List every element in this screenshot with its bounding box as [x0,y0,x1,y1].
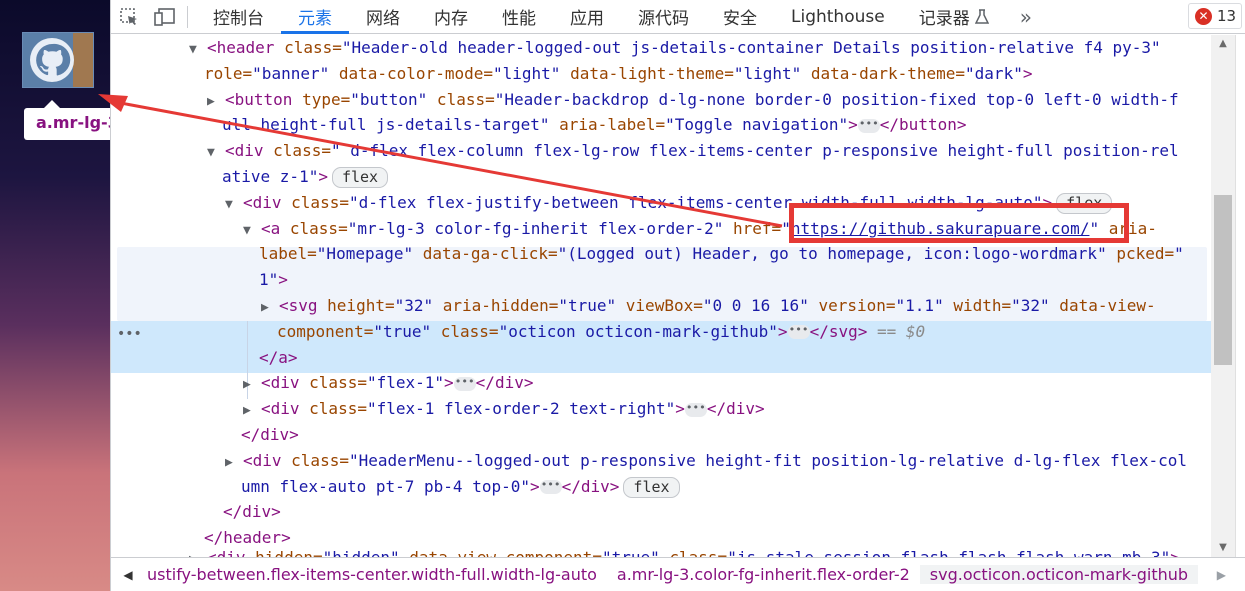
tab-application[interactable]: 应用 [553,0,621,34]
collapsed-content-ellipsis[interactable]: ••• [539,479,562,495]
elements-tree: ••• ▼ <header class="Header-old header-lo… [111,35,1211,557]
dom-node-header-cont: role="banner" data-color-mode="light" da… [204,63,1033,83]
dom-node-svg[interactable]: ▶ <svg height="32" aria-hidden="true" vie… [261,293,1211,321]
github-logo-highlight[interactable] [22,32,94,88]
styles-pane-edge [1235,35,1245,557]
dom-node-div-flex1[interactable]: ▶ <div class="flex-1">•••</div> [243,370,1211,398]
collapsed-content-ellipsis[interactable]: ••• [684,402,707,417]
tab-security[interactable]: 安全 [706,0,774,34]
inspect-element-icon[interactable] [111,0,147,34]
breadcrumb-item[interactable]: a.mr-lg-3.color-fg-inherit.flex-order-2 [607,565,920,584]
more-tabs-chevron-icon[interactable]: » [1006,5,1046,29]
collapse-triangle-icon[interactable]: ▼ [225,192,243,218]
dom-node-anchor-cont: label="Homepage" data-ga-click="(Logged … [259,244,1184,264]
dom-node-stale-flash[interactable]: ▶<div hidden="hidden" data-view-componen… [189,545,1211,557]
dom-node-anchor-cont2: 1"> [259,270,288,290]
tab-recorder[interactable]: 记录器 [902,0,1006,34]
scroll-down-icon[interactable]: ▼ [1211,539,1235,557]
expand-triangle-icon[interactable]: ▶ [243,398,261,424]
tab-console[interactable]: 控制台 [196,0,281,34]
vertical-scrollbar[interactable]: ▲ ▼ [1211,35,1235,557]
node-actions-icon[interactable]: ••• [117,322,142,348]
dom-node-div-close2[interactable]: </div> [223,499,1211,525]
devtools-panel: 控制台 元素 网络 内存 性能 应用 源代码 安全 Lighthouse 记录器… [110,0,1245,591]
collapsed-content-ellipsis[interactable]: ••• [787,324,810,340]
tab-performance[interactable]: 性能 [485,0,553,34]
scrollbar-thumb[interactable] [1214,195,1232,365]
dom-node-button-cont: ull height-full js-details-target" aria-… [222,115,967,135]
device-toolbar-icon[interactable] [147,0,183,34]
page-preview: a.mr-lg-3 [0,0,110,591]
dom-node-header[interactable]: ▼ <header class="Header-old header-logged… [189,35,1211,63]
dom-node-div-flex1-order[interactable]: ▶ <div class="flex-1 flex-order-2 text-ri… [243,396,1211,424]
github-mark-icon [30,38,74,82]
expand-triangle-icon[interactable]: ▶ [189,547,207,557]
dom-node-svg-cont: component="true" class="octicon octicon-… [277,321,926,341]
flex-badge[interactable]: flex [623,476,680,498]
collapsed-content-ellipsis[interactable]: ••• [453,376,476,391]
tab-memory[interactable]: 内存 [417,0,485,34]
annotation-highlight-box [789,203,1129,243]
collapsed-content-ellipsis[interactable]: ••• [857,118,880,133]
dom-node-headermenu[interactable]: ▶ <div class="HeaderMenu--logged-out p-re… [225,448,1211,476]
tab-recorder-label: 记录器 [918,9,970,29]
tab-elements[interactable]: 元素 [281,0,349,34]
collapse-triangle-icon[interactable]: ▼ [243,218,261,244]
devtools-toolbar: 控制台 元素 网络 内存 性能 应用 源代码 安全 Lighthouse 记录器… [111,0,1245,34]
collapse-triangle-icon[interactable]: ▼ [189,37,207,63]
expand-triangle-icon[interactable]: ▶ [225,450,243,476]
flask-icon [974,8,989,24]
breadcrumb-right-arrow-icon[interactable]: ▶ [1217,568,1226,582]
collapse-triangle-icon[interactable]: ▼ [207,140,225,166]
flex-badge[interactable]: flex [331,167,389,188]
tab-lighthouse[interactable]: Lighthouse [774,0,902,34]
dom-node-button[interactable]: ▶ <button type="button" class="Header-bac… [207,87,1211,115]
tab-network[interactable]: 网络 [349,0,417,34]
element-tooltip: a.mr-lg-3 [24,100,110,140]
dom-node-div-flex-cont: ative z-1"> flex [222,164,1211,190]
tab-sources[interactable]: 源代码 [621,0,706,34]
error-count: 13 [1217,7,1237,25]
expand-triangle-icon[interactable]: ▶ [243,372,261,398]
scroll-up-icon[interactable]: ▲ [1211,35,1235,53]
selected-node-marker: == $0 [867,321,926,341]
toolbar-divider [187,5,188,28]
breadcrumb: ◀ ustify-between.flex-items-center.width… [111,557,1245,591]
error-icon: ✕ [1195,7,1212,25]
breadcrumb-item-selected[interactable]: svg.octicon.octicon-mark-github [919,565,1199,584]
expand-triangle-icon[interactable]: ▶ [261,295,279,321]
dom-node-headermenu-cont: umn flex-auto pt-7 pb-4 top-0">•••</div>… [241,474,1211,500]
dom-node-anchor-close[interactable]: </a> [259,345,1211,371]
expand-triangle-icon[interactable]: ▶ [207,89,225,115]
breadcrumb-item[interactable]: ustify-between.flex-items-center.width-f… [137,565,607,584]
dom-node-div-close[interactable]: </div> [241,422,1211,448]
error-count-badge[interactable]: ✕ 13 [1188,3,1242,29]
dom-node-div-flex[interactable]: ▼ <div class=" d-flex flex-column flex-lg… [207,138,1211,166]
